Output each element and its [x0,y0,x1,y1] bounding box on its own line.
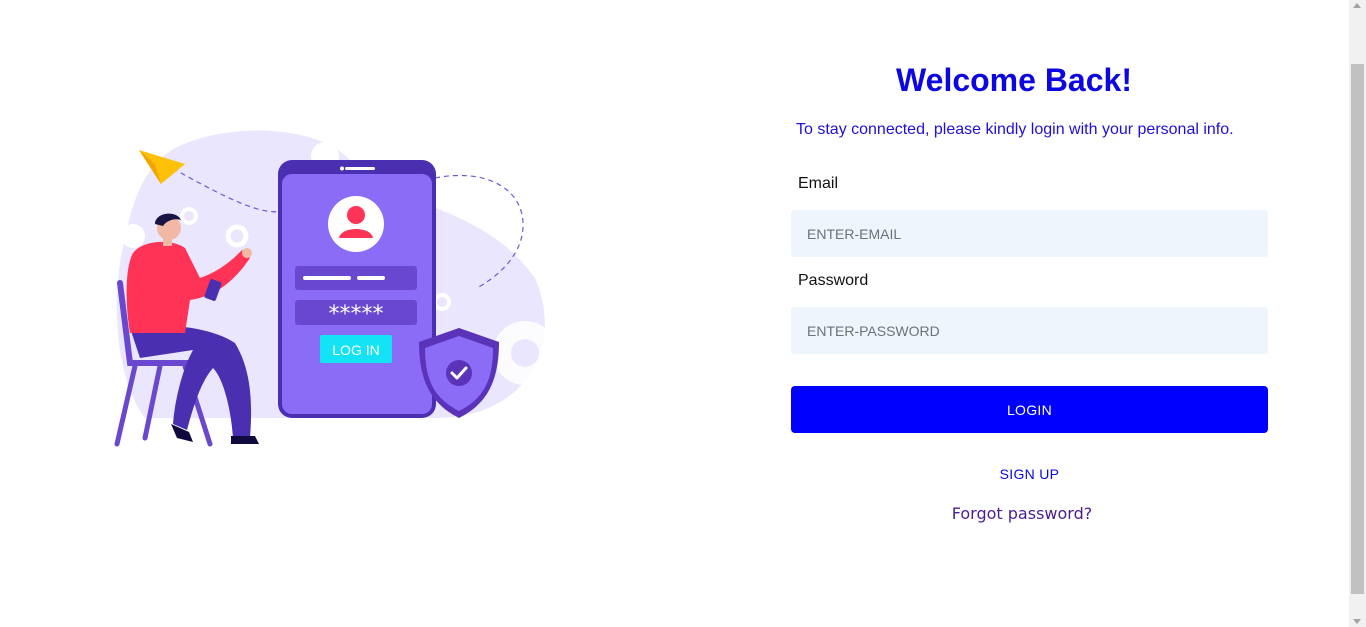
login-illustration: ***** LOG IN [105,128,555,448]
login-button[interactable]: LOGIN [791,386,1268,433]
scrollbar-thumb[interactable] [1351,64,1364,594]
forgot-password-link[interactable]: Forgot password? [791,504,1253,523]
email-field[interactable] [791,210,1268,257]
scroll-up-icon[interactable] [1353,3,1361,8]
email-label: Email [798,175,839,192]
phone-login-label: LOG IN [332,342,379,358]
signup-link[interactable]: SIGN UP [791,466,1268,482]
page-subtitle: To stay connected, please kindly login w… [796,121,1234,138]
password-label: Password [798,272,869,289]
password-field[interactable] [791,307,1268,354]
scroll-down-icon[interactable] [1353,619,1361,624]
page-title: Welcome Back! [896,62,1132,98]
login-illustration-icon: ***** LOG IN [114,130,555,447]
vertical-scrollbar[interactable] [1349,0,1366,627]
password-mask: ***** [329,302,384,327]
